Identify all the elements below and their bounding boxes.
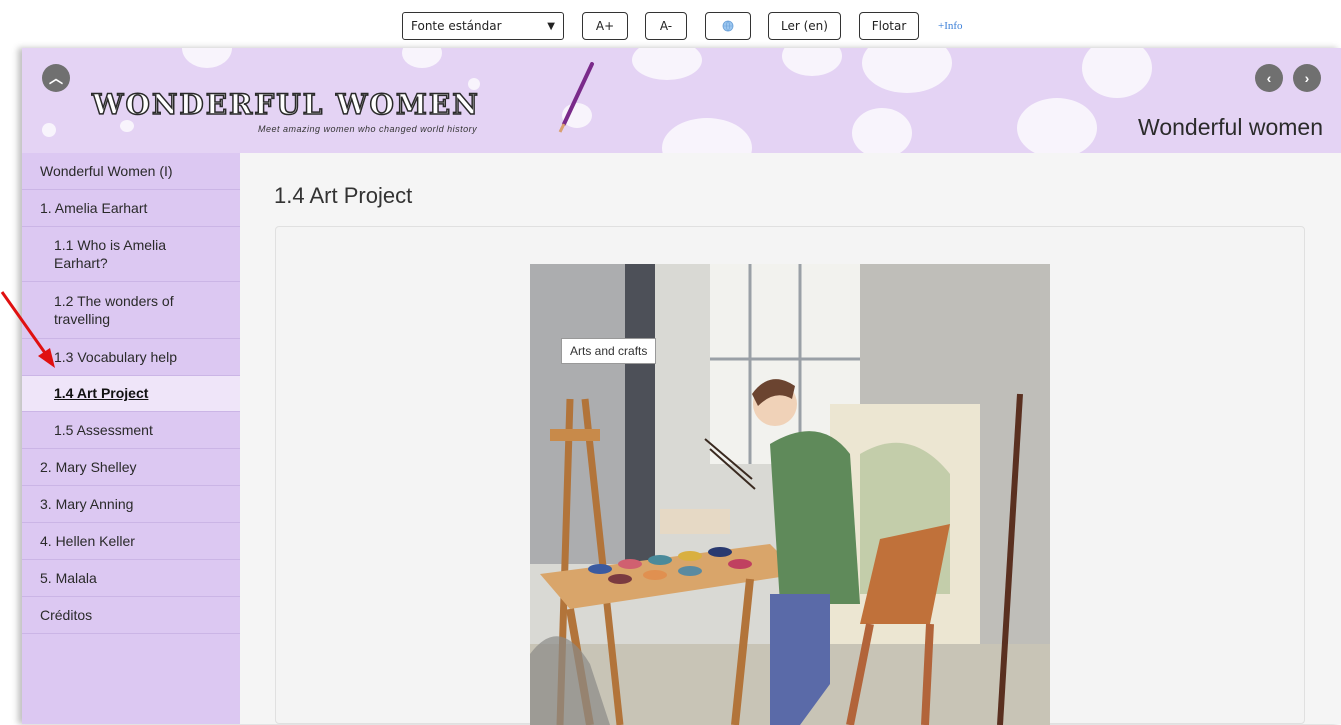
sidebar-item-mary-anning[interactable]: 3. Mary Anning — [22, 486, 240, 523]
accessibility-toolbar: Fonte estándar ▼ A+ A- Ler (en) Flotar +… — [0, 0, 1341, 48]
decor-dot — [182, 48, 232, 68]
annotation-arrow-icon — [0, 291, 55, 368]
sidebar-item-amelia-earhart[interactable]: 1. Amelia Earhart — [22, 190, 240, 227]
chevron-left-icon: ‹ — [1266, 70, 1272, 86]
sidebar-item-assessment[interactable]: 1.5 Assessment — [22, 412, 240, 449]
sidebar-item-who-is-amelia[interactable]: 1.1 Who is Amelia Earhart? — [22, 227, 240, 282]
sidebar-item-mary-shelley[interactable]: 2. Mary Shelley — [22, 449, 240, 486]
page-title: 1.4 Art Project — [274, 183, 413, 208]
font-select[interactable]: Fonte estándar ▼ — [402, 12, 564, 40]
decor-dot — [782, 48, 842, 76]
decor-dot — [1017, 98, 1097, 153]
decor-dot — [42, 123, 56, 137]
decor-dot — [1082, 48, 1152, 98]
sidebar-item-malala[interactable]: 5. Malala — [22, 560, 240, 597]
content-box — [275, 226, 1305, 725]
info-link[interactable]: +Info — [938, 20, 963, 32]
sidebar-item-art-project[interactable]: 1.4 Art Project — [22, 376, 240, 412]
decor-dot — [852, 108, 912, 153]
chevron-right-icon: › — [1304, 70, 1310, 86]
logo-title: WONDERFUL WOMEN — [91, 87, 480, 122]
image-tooltip: Arts and crafts — [561, 338, 657, 364]
float-button[interactable]: Flotar — [859, 12, 919, 40]
globe-icon — [722, 20, 734, 32]
content-frame: ︿ ‹ › WONDERFUL WOMEN Meet amazing women… — [22, 48, 1341, 725]
sidebar-item-creditos[interactable]: Créditos — [22, 597, 240, 634]
translate-button[interactable] — [705, 12, 751, 40]
decor-dot — [862, 48, 952, 93]
chevron-up-icon: ︿ — [49, 70, 63, 86]
collapse-menu-button[interactable]: ︿ — [42, 64, 70, 92]
increase-font-button[interactable]: A+ — [582, 12, 628, 40]
sidebar-item-wonderful-women[interactable]: Wonderful Women (I) — [22, 153, 240, 190]
artist-illustration — [530, 264, 1050, 725]
sidebar-nav: Wonderful Women (I) 1. Amelia Earhart 1.… — [22, 153, 240, 724]
decor-dot — [662, 118, 752, 153]
page-header-title: Wonderful women — [1138, 114, 1323, 140]
previous-page-button[interactable]: ‹ — [1255, 64, 1283, 92]
sidebar-item-hellen-keller[interactable]: 4. Hellen Keller — [22, 523, 240, 560]
header-banner: ︿ ‹ › WONDERFUL WOMEN Meet amazing women… — [22, 48, 1341, 153]
decrease-font-button[interactable]: A- — [645, 12, 687, 40]
decor-dot — [120, 120, 134, 132]
next-page-button[interactable]: › — [1293, 64, 1321, 92]
decor-dot — [402, 48, 442, 68]
art-project-image — [530, 264, 1050, 725]
decor-dot — [632, 48, 702, 80]
logo-subtitle: Meet amazing women who changed world his… — [258, 124, 478, 134]
pencil-icon — [558, 62, 594, 133]
chevron-down-icon: ▼ — [547, 20, 555, 32]
font-select-value: Fonte estándar — [411, 19, 502, 33]
read-aloud-button[interactable]: Ler (en) — [768, 12, 841, 40]
